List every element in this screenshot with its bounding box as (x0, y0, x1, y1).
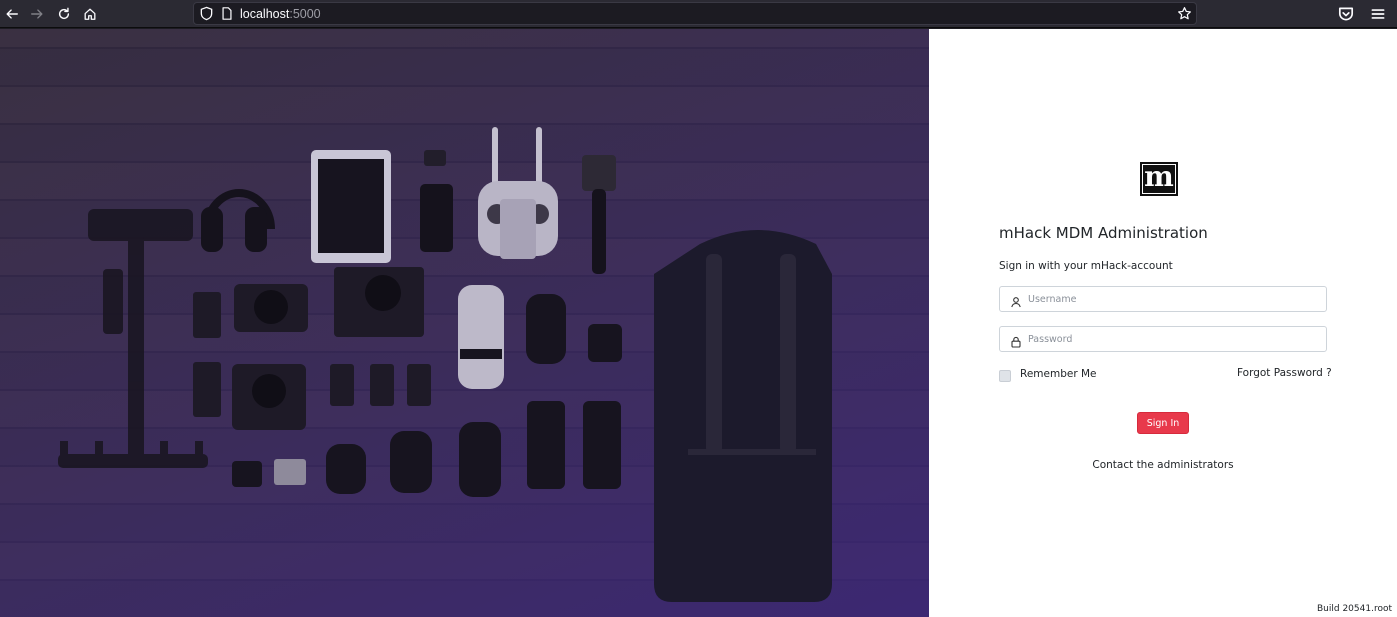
password-input[interactable] (1028, 327, 1323, 351)
backpack-graphic (654, 230, 832, 602)
headphones-graphic (201, 189, 275, 252)
login-panel: m mHack MDM Administration Sign in with … (929, 29, 1397, 617)
user-icon (1010, 293, 1022, 308)
forgot-password-link[interactable]: Forgot Password ? (1237, 367, 1332, 379)
shield-icon[interactable] (199, 6, 214, 21)
hero-image (0, 29, 929, 617)
sign-in-button[interactable]: Sign In (1137, 412, 1189, 434)
contact-administrators-link[interactable]: Contact the administrators (929, 459, 1397, 471)
remember-me-label[interactable]: Remember Me (1020, 368, 1097, 380)
username-input[interactable] (1028, 287, 1323, 311)
mhack-logo: m (1140, 162, 1178, 196)
lock-icon (1010, 333, 1022, 348)
hamburger-menu-icon[interactable] (1369, 5, 1387, 23)
browser-toolbar: localhost:5000 (0, 0, 1397, 28)
action-camera-graphic (582, 155, 616, 274)
url-text[interactable]: localhost:5000 (240, 6, 321, 22)
forward-icon[interactable] (27, 4, 47, 24)
build-info: Build 20541.root (1317, 604, 1392, 614)
home-icon[interactable] (80, 4, 100, 24)
phone-graphic (420, 184, 453, 252)
password-field[interactable] (999, 326, 1327, 352)
camera-stabilizer-graphic (58, 209, 208, 468)
drone-controller-graphic (478, 127, 558, 259)
url-bar[interactable]: localhost:5000 (193, 2, 1197, 25)
back-icon[interactable] (2, 4, 22, 24)
remember-me-checkbox[interactable] (999, 370, 1011, 382)
page-title: mHack MDM Administration (999, 224, 1208, 242)
username-field[interactable] (999, 286, 1327, 312)
reload-icon[interactable] (54, 4, 74, 24)
pocket-icon[interactable] (1337, 5, 1355, 23)
camera-bodies-graphic (193, 267, 431, 430)
page-icon[interactable] (220, 6, 234, 21)
tablet-graphic (311, 150, 391, 263)
login-subtitle: Sign in with your mHack-account (999, 260, 1173, 272)
bookmark-star-icon[interactable] (1177, 6, 1192, 21)
